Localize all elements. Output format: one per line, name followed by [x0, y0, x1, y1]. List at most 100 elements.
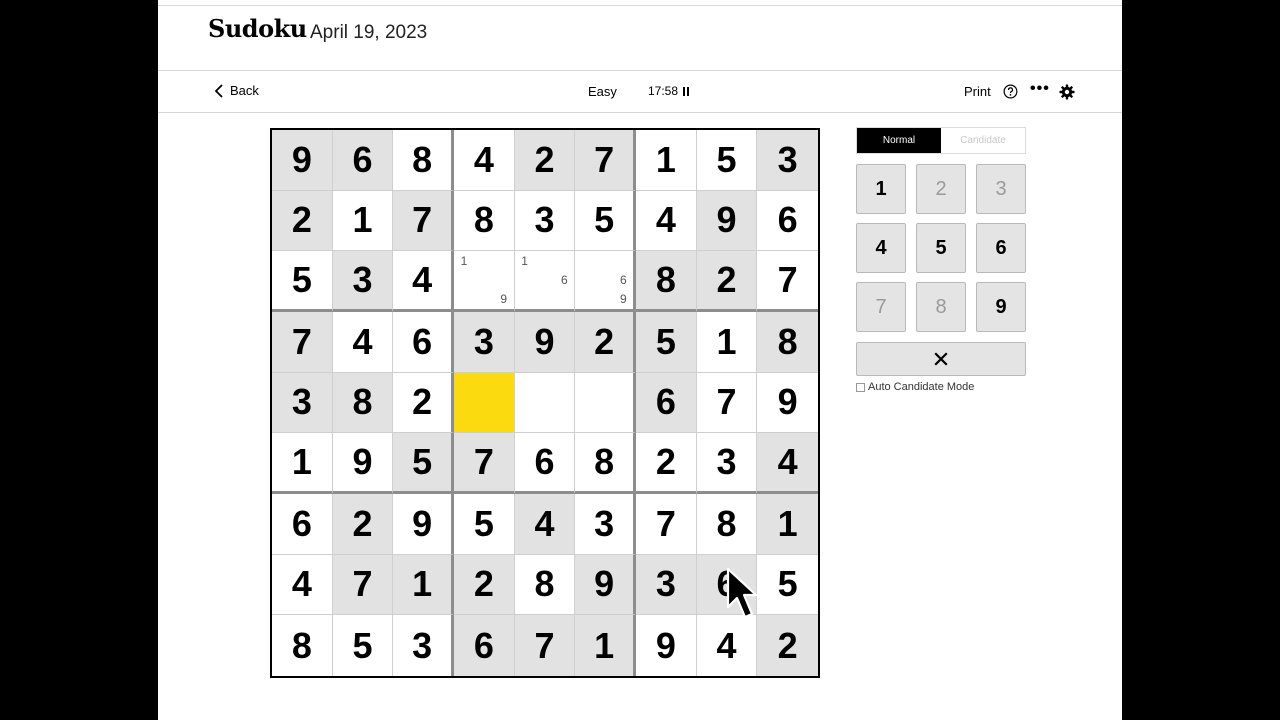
number-key[interactable]: 6	[976, 223, 1026, 273]
board-cell[interactable]: 9	[636, 615, 697, 676]
board-cell[interactable]: 5	[454, 494, 515, 555]
board-cell[interactable]: 2	[575, 312, 636, 373]
board-cell[interactable]: 6	[332, 130, 394, 191]
board-cell[interactable]: 4	[757, 433, 818, 494]
board-cell[interactable]: 3	[332, 251, 394, 312]
board-cell[interactable]: 6	[636, 372, 697, 434]
board-cell[interactable]: 5	[333, 615, 394, 676]
board-cell[interactable]: 4	[272, 554, 333, 616]
board-cell[interactable]: 2	[757, 615, 818, 676]
number-key[interactable]: 2	[916, 164, 966, 214]
board-cell[interactable]: 9	[272, 130, 333, 191]
board-cell[interactable]: 2	[272, 190, 333, 252]
board-cell[interactable]	[454, 372, 515, 434]
board-cell[interactable]: 7	[332, 554, 394, 616]
print-button[interactable]: Print	[964, 84, 991, 99]
board-cell[interactable]: 2	[696, 251, 758, 312]
board-cell[interactable]: 5	[272, 251, 333, 312]
board-cell[interactable]: 3	[454, 312, 515, 373]
board-cell[interactable]: 6	[514, 433, 576, 494]
board-cell[interactable]: 9	[393, 494, 454, 555]
board-cell[interactable]: 2	[393, 372, 454, 434]
board-cell[interactable]: 1	[696, 312, 758, 373]
board-cell[interactable]: 19	[454, 251, 515, 312]
board-cell[interactable]: 9	[575, 554, 636, 616]
board-cell[interactable]: 7	[514, 615, 576, 676]
more-dots-icon[interactable]: •••	[1030, 80, 1050, 98]
board-cell[interactable]: 8	[514, 554, 576, 616]
board-cell[interactable]: 1	[757, 494, 818, 555]
board-cell[interactable]	[575, 372, 636, 434]
help-circle-icon[interactable]	[1003, 84, 1018, 99]
mode-candidate-button[interactable]: Candidate	[941, 128, 1025, 153]
number-key[interactable]: 1	[856, 164, 906, 214]
board-cell[interactable]: 3	[696, 433, 758, 494]
board-cell[interactable]: 3	[514, 190, 576, 252]
board-cell[interactable]: 7	[636, 494, 697, 555]
board-cell[interactable]: 7	[272, 312, 333, 373]
board-cell[interactable]: 8	[272, 615, 333, 676]
board-cell[interactable]: 7	[696, 372, 758, 434]
board-cell[interactable]: 8	[454, 190, 515, 252]
auto-candidate-checkbox[interactable]	[856, 382, 865, 392]
board-cell[interactable]: 1	[332, 190, 394, 252]
board-cell[interactable]: 7	[575, 130, 636, 191]
board-cell[interactable]: 6	[454, 615, 515, 676]
board-cell[interactable]: 69	[575, 251, 636, 312]
board-cell[interactable]: 7	[393, 190, 454, 252]
board-cell[interactable]: 9	[332, 433, 394, 494]
board-cell[interactable]: 7	[454, 433, 515, 494]
board-cell[interactable]: 3	[575, 494, 636, 555]
board-cell[interactable]: 5	[636, 312, 697, 373]
board-cell[interactable]: 7	[757, 251, 818, 312]
board-cell[interactable]: 1	[393, 554, 454, 616]
board-cell[interactable]: 2	[332, 494, 394, 555]
number-key[interactable]: 8	[916, 282, 966, 332]
board-cell[interactable]: 6	[757, 191, 818, 252]
board-cell[interactable]: 8	[575, 433, 636, 494]
number-key[interactable]: 3	[976, 164, 1026, 214]
number-key[interactable]: 7	[856, 282, 906, 332]
board-cell[interactable]: 9	[696, 190, 758, 252]
board-cell[interactable]: 1	[575, 615, 636, 676]
board-cell[interactable]: 4	[514, 494, 576, 555]
board-cell[interactable]: 3	[272, 372, 333, 434]
number-key[interactable]: 4	[856, 223, 906, 273]
board-cell[interactable]: 2	[636, 433, 697, 494]
board-cell[interactable]: 8	[332, 372, 394, 434]
back-button[interactable]: Back	[214, 83, 259, 98]
board-cell[interactable]: 6	[393, 312, 454, 373]
board-cell[interactable]: 4	[393, 251, 454, 312]
board-cell[interactable]: 5	[696, 130, 758, 191]
board-cell[interactable]: 5	[393, 433, 454, 494]
board-cell[interactable]: 3	[393, 615, 454, 676]
gear-icon[interactable]	[1059, 84, 1075, 100]
board-cell[interactable]: 6	[696, 554, 758, 616]
board-cell[interactable]: 8	[393, 130, 454, 191]
board-cell[interactable]: 8	[696, 494, 758, 555]
erase-button[interactable]	[856, 342, 1026, 376]
board-cell[interactable]: 8	[636, 251, 697, 312]
pause-icon[interactable]	[683, 86, 690, 96]
number-key[interactable]: 9	[976, 282, 1026, 332]
board-cell[interactable]: 16	[514, 251, 576, 312]
board-cell[interactable]: 9	[757, 373, 818, 434]
board-cell[interactable]: 4	[636, 190, 697, 252]
board-cell[interactable]: 1	[636, 130, 697, 191]
mode-normal-button[interactable]: Normal	[857, 128, 941, 153]
board-cell[interactable]: 2	[514, 130, 576, 191]
board-cell[interactable]: 4	[332, 312, 394, 373]
board-cell[interactable]	[514, 372, 576, 434]
board-cell[interactable]: 4	[697, 615, 758, 676]
board-cell[interactable]: 3	[757, 130, 818, 191]
board-cell[interactable]: 5	[575, 190, 636, 252]
board-cell[interactable]: 4	[454, 130, 515, 191]
board-cell[interactable]: 1	[272, 433, 333, 494]
number-key[interactable]: 5	[916, 223, 966, 273]
board-cell[interactable]: 3	[636, 554, 697, 616]
board-cell[interactable]: 9	[514, 312, 576, 373]
board-cell[interactable]: 6	[272, 494, 333, 555]
board-cell[interactable]: 5	[757, 555, 818, 616]
board-cell[interactable]: 2	[454, 554, 515, 616]
board-cell[interactable]: 8	[757, 312, 818, 373]
